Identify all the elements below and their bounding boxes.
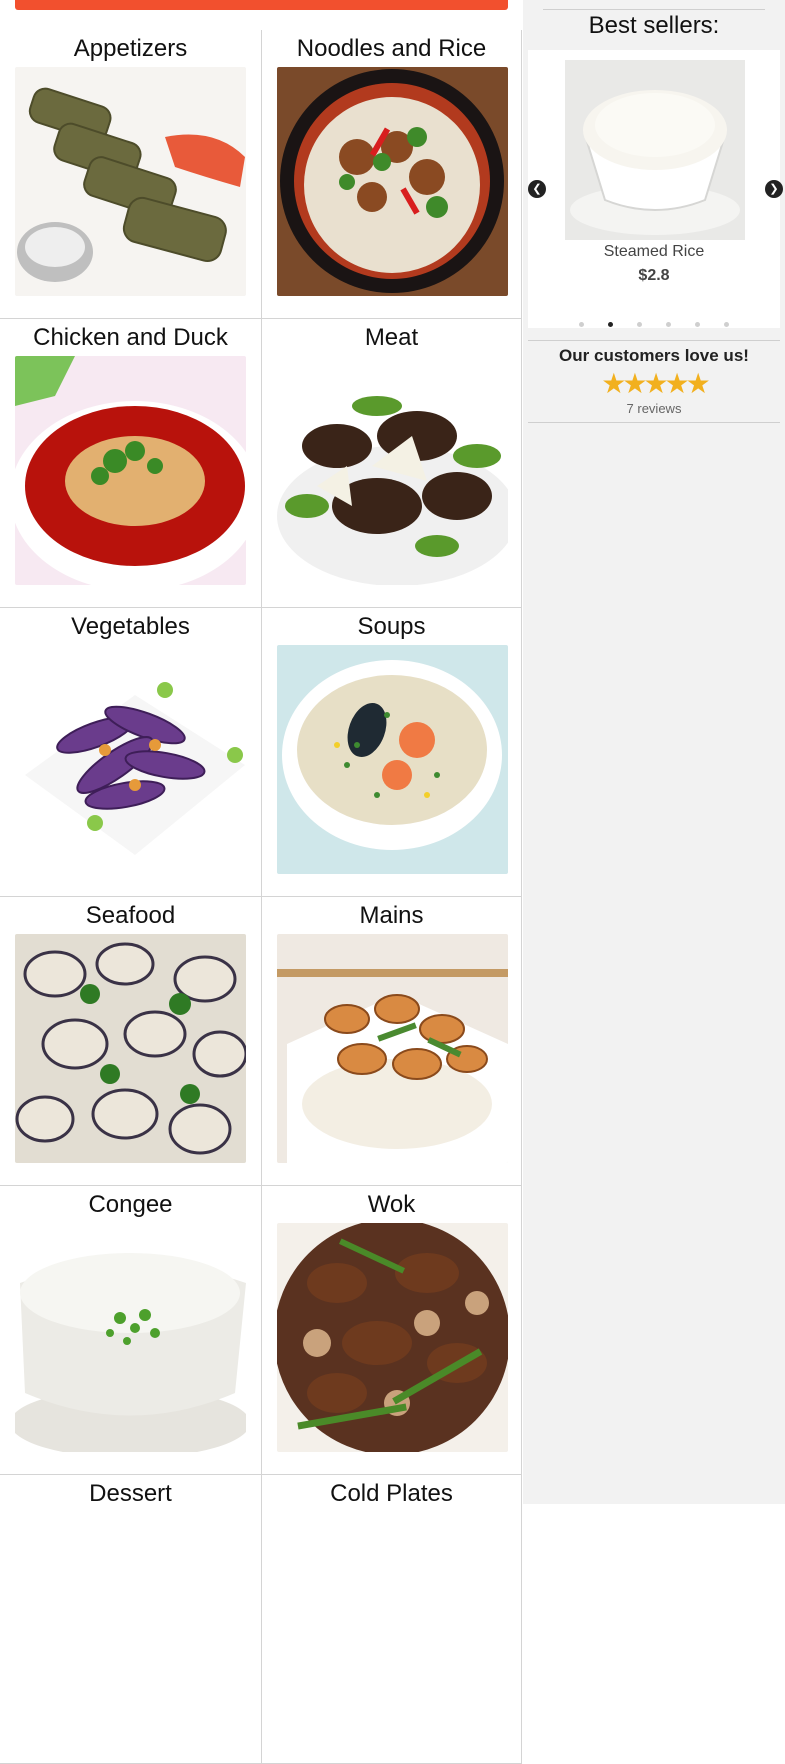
best-sellers-carousel: Steamed Rice $2.8 ❮ ❯ [528,50,783,328]
chevron-right-icon[interactable]: ❯ [765,180,783,198]
reviews-title: Our customers love us! [559,346,749,365]
category-chicken-and-duck[interactable]: Chicken and Duck [0,319,261,608]
category-title: Seafood [85,902,176,929]
order-button[interactable] [15,0,508,10]
category-wok[interactable]: Wok [261,1186,522,1475]
carousel-dot[interactable] [724,322,729,327]
category-title: Noodles and Rice [296,35,487,62]
chevron-left-icon[interactable]: ❮ [528,180,546,198]
category-seafood[interactable]: Seafood [0,897,261,1186]
category-mains[interactable]: Mains [261,897,522,1186]
category-appetizers[interactable]: Appetizers [0,30,261,319]
category-title: Congee [88,1191,173,1218]
category-title: Appetizers [73,35,188,62]
category-title: Meat [364,324,419,351]
reviews-count[interactable]: 7 reviews [528,401,780,416]
meat-image[interactable] [277,356,508,585]
carousel-dot[interactable] [695,322,700,327]
carousel-dots [528,314,780,332]
divider [543,9,765,10]
reviews-widget[interactable]: Our customers love us! ★★★★★ 7 reviews [528,340,780,423]
category-noodles-and-rice[interactable]: Noodles and Rice [261,30,522,319]
steamed-rice-image[interactable] [565,60,745,240]
chicken-and-duck-image[interactable] [15,356,246,585]
category-title: Vegetables [71,613,190,640]
best-sellers-title: Best sellers: [588,12,720,39]
noodles-and-rice-image[interactable] [277,67,508,296]
category-congee[interactable]: Congee [0,1186,261,1475]
carousel-dot[interactable] [637,322,642,327]
carousel-item-name[interactable]: Steamed Rice [528,243,780,261]
carousel-dot[interactable] [579,322,584,327]
category-title: Wok [367,1191,416,1218]
category-vegetables[interactable]: Vegetables [0,608,261,897]
category-meat[interactable]: Meat [261,319,522,608]
star-rating: ★★★★★ [601,368,711,399]
carousel-dot[interactable] [666,322,671,327]
category-cold-plates[interactable]: Cold Plates [261,1475,522,1764]
mains-image[interactable] [277,934,508,1163]
seafood-image[interactable] [15,934,246,1163]
vegetables-image[interactable] [15,645,246,874]
sidebar: Best sellers: Steamed Rice $2.8 ❮ ❯ Our … [523,0,785,1504]
soups-image[interactable] [277,645,508,874]
category-dessert[interactable]: Dessert [0,1475,261,1764]
wok-image[interactable] [277,1223,508,1452]
carousel-dot[interactable] [608,322,613,327]
appetizers-image[interactable] [15,67,246,296]
category-soups[interactable]: Soups [261,608,522,897]
category-title: Mains [359,902,424,929]
category-title: Soups [357,613,426,640]
congee-image[interactable] [15,1223,246,1452]
category-title: Chicken and Duck [33,324,228,351]
carousel-item-price: $2.8 [638,267,670,284]
